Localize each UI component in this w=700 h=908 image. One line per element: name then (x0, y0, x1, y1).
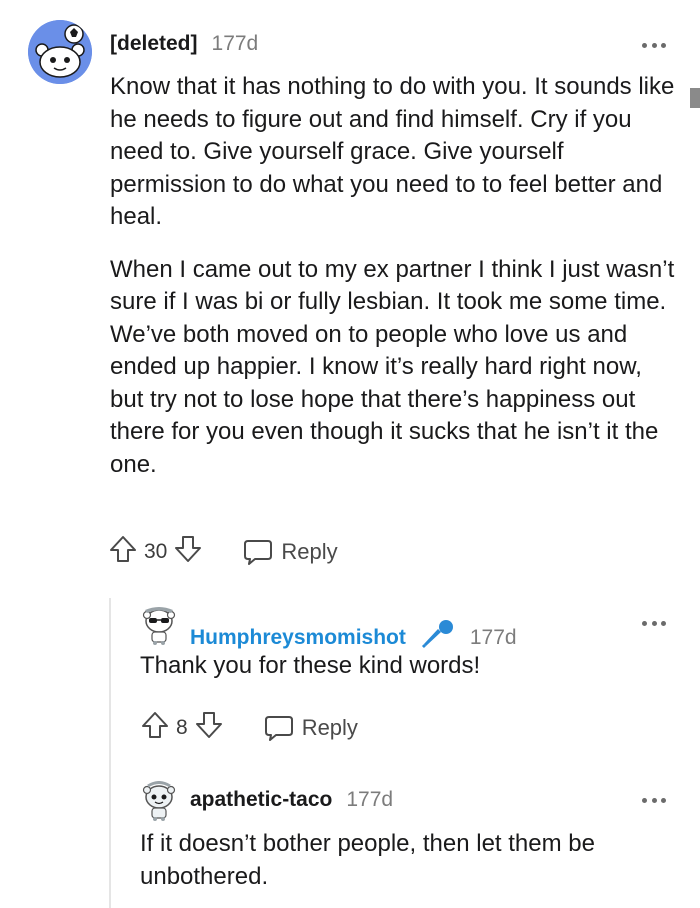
reply-label: Reply (301, 714, 358, 740)
chat-bubble-icon (244, 539, 273, 565)
comment-paragraph: Know that it has nothing to do with you.… (110, 73, 675, 230)
comment: [deleted] 177d Know that it has nothing … (0, 0, 700, 600)
author-name[interactable]: apathetic-taco (190, 788, 332, 812)
comment-age: 177d (469, 626, 517, 649)
downvote-icon[interactable] (173, 534, 203, 569)
upvote-icon[interactable] (140, 710, 170, 745)
chat-bubble-icon (264, 715, 293, 741)
microphone-icon (420, 612, 456, 649)
snoo-sunglasses-avatar-icon[interactable] (141, 605, 177, 645)
thread-line[interactable] (109, 598, 111, 908)
reply-button[interactable]: Reply (243, 538, 338, 566)
comment-meta: Humphreysmomishot 177d (190, 612, 517, 650)
reply-button[interactable]: Reply (264, 714, 358, 742)
author-name[interactable]: [deleted] (110, 32, 198, 56)
vote-count: 8 (176, 715, 188, 739)
snoo-avatar-icon[interactable] (141, 781, 177, 821)
comment-actions: 30 Reply (108, 534, 338, 569)
comment-body: Know that it has nothing to do with you.… (110, 71, 680, 481)
comment-age: 177d (211, 32, 259, 55)
more-options-icon[interactable] (642, 795, 666, 805)
comment-meta: [deleted] 177d (110, 32, 258, 56)
reddit-snoo-avatar-icon[interactable] (28, 20, 92, 84)
reply-label: Reply (281, 538, 338, 564)
comment-actions: 8 Reply (140, 710, 358, 745)
comment-paragraph: When I came out to my ex partner I think… (110, 255, 675, 478)
comment-body: If it doesn’t bother people, then let th… (140, 828, 680, 893)
comment-body: Thank you for these kind words! (140, 650, 680, 683)
more-options-icon[interactable] (642, 618, 666, 628)
comment-age: 177d (346, 788, 394, 811)
vote-count: 30 (144, 539, 168, 563)
more-options-icon[interactable] (642, 40, 666, 50)
comment-paragraph: Thank you for these kind words! (140, 652, 481, 679)
comment-meta: apathetic-taco 177d (190, 788, 393, 812)
comment-paragraph: If it doesn’t bother people, then let th… (140, 830, 595, 890)
downvote-icon[interactable] (194, 710, 224, 745)
author-name[interactable]: Humphreysmomishot (190, 626, 406, 650)
upvote-icon[interactable] (108, 534, 138, 569)
